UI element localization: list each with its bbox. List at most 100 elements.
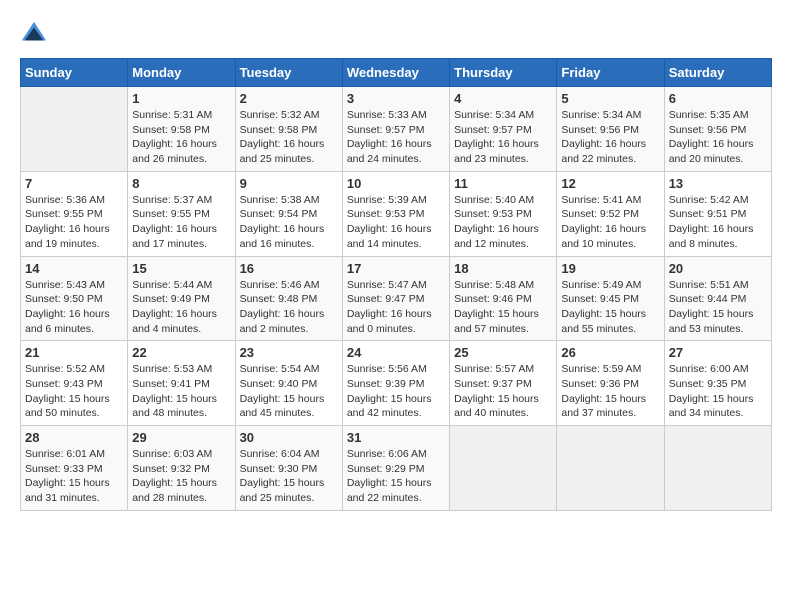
day-info: Sunrise: 6:04 AMSunset: 9:30 PMDaylight:… — [240, 447, 338, 506]
calendar-cell: 16 Sunrise: 5:46 AMSunset: 9:48 PMDayligh… — [235, 256, 342, 341]
day-info: Sunrise: 6:01 AMSunset: 9:33 PMDaylight:… — [25, 447, 123, 506]
day-info: Sunrise: 5:49 AMSunset: 9:45 PMDaylight:… — [561, 278, 659, 337]
calendar-cell: 12 Sunrise: 5:41 AMSunset: 9:52 PMDayligh… — [557, 171, 664, 256]
day-info: Sunrise: 6:06 AMSunset: 9:29 PMDaylight:… — [347, 447, 445, 506]
day-info: Sunrise: 5:53 AMSunset: 9:41 PMDaylight:… — [132, 362, 230, 421]
day-number: 28 — [25, 430, 123, 445]
header-tuesday: Tuesday — [235, 59, 342, 87]
header-thursday: Thursday — [450, 59, 557, 87]
day-number: 10 — [347, 176, 445, 191]
day-number: 13 — [669, 176, 767, 191]
calendar-cell — [664, 426, 771, 511]
calendar-cell: 7 Sunrise: 5:36 AMSunset: 9:55 PMDaylight… — [21, 171, 128, 256]
day-info: Sunrise: 5:36 AMSunset: 9:55 PMDaylight:… — [25, 193, 123, 252]
calendar-cell: 31 Sunrise: 6:06 AMSunset: 9:29 PMDayligh… — [342, 426, 449, 511]
day-number: 9 — [240, 176, 338, 191]
calendar-cell: 24 Sunrise: 5:56 AMSunset: 9:39 PMDayligh… — [342, 341, 449, 426]
day-info: Sunrise: 5:51 AMSunset: 9:44 PMDaylight:… — [669, 278, 767, 337]
day-info: Sunrise: 5:42 AMSunset: 9:51 PMDaylight:… — [669, 193, 767, 252]
day-number: 21 — [25, 345, 123, 360]
calendar-cell: 23 Sunrise: 5:54 AMSunset: 9:40 PMDayligh… — [235, 341, 342, 426]
day-info: Sunrise: 5:34 AMSunset: 9:56 PMDaylight:… — [561, 108, 659, 167]
calendar-cell: 17 Sunrise: 5:47 AMSunset: 9:47 PMDayligh… — [342, 256, 449, 341]
calendar-cell: 27 Sunrise: 6:00 AMSunset: 9:35 PMDayligh… — [664, 341, 771, 426]
calendar-cell: 5 Sunrise: 5:34 AMSunset: 9:56 PMDaylight… — [557, 87, 664, 172]
header-friday: Friday — [557, 59, 664, 87]
day-number: 16 — [240, 261, 338, 276]
calendar-cell: 21 Sunrise: 5:52 AMSunset: 9:43 PMDayligh… — [21, 341, 128, 426]
day-info: Sunrise: 5:43 AMSunset: 9:50 PMDaylight:… — [25, 278, 123, 337]
calendar-cell: 20 Sunrise: 5:51 AMSunset: 9:44 PMDayligh… — [664, 256, 771, 341]
day-number: 19 — [561, 261, 659, 276]
day-info: Sunrise: 5:44 AMSunset: 9:49 PMDaylight:… — [132, 278, 230, 337]
calendar-cell — [21, 87, 128, 172]
day-info: Sunrise: 5:34 AMSunset: 9:57 PMDaylight:… — [454, 108, 552, 167]
calendar-cell: 4Sunrise: 5:34 AMSunset: 9:57 PMDaylight… — [450, 87, 557, 172]
day-info: Sunrise: 5:39 AMSunset: 9:53 PMDaylight:… — [347, 193, 445, 252]
calendar-cell: 2Sunrise: 5:32 AMSunset: 9:58 PMDaylight… — [235, 87, 342, 172]
day-info: Sunrise: 5:56 AMSunset: 9:39 PMDaylight:… — [347, 362, 445, 421]
calendar-cell — [450, 426, 557, 511]
day-number: 27 — [669, 345, 767, 360]
day-info: Sunrise: 5:35 AMSunset: 9:56 PMDaylight:… — [669, 108, 767, 167]
calendar-cell: 26 Sunrise: 5:59 AMSunset: 9:36 PMDayligh… — [557, 341, 664, 426]
week-row-4: 28 Sunrise: 6:01 AMSunset: 9:33 PMDayligh… — [21, 426, 772, 511]
calendar-cell: 25Sunrise: 5:57 AMSunset: 9:37 PMDayligh… — [450, 341, 557, 426]
calendar-cell: 28 Sunrise: 6:01 AMSunset: 9:33 PMDayligh… — [21, 426, 128, 511]
day-number: 5 — [561, 91, 659, 106]
day-number: 31 — [347, 430, 445, 445]
calendar-cell — [557, 426, 664, 511]
calendar-cell: 30 Sunrise: 6:04 AMSunset: 9:30 PMDayligh… — [235, 426, 342, 511]
day-info: Sunrise: 5:46 AMSunset: 9:48 PMDaylight:… — [240, 278, 338, 337]
day-info: Sunrise: 5:48 AMSunset: 9:46 PMDaylight:… — [454, 278, 552, 337]
calendar-cell: 6 Sunrise: 5:35 AMSunset: 9:56 PMDaylight… — [664, 87, 771, 172]
day-info: Sunrise: 5:52 AMSunset: 9:43 PMDaylight:… — [25, 362, 123, 421]
header-monday: Monday — [128, 59, 235, 87]
logo — [20, 20, 50, 48]
calendar-cell: 18 Sunrise: 5:48 AMSunset: 9:46 PMDayligh… — [450, 256, 557, 341]
day-number: 23 — [240, 345, 338, 360]
day-number: 20 — [669, 261, 767, 276]
day-info: Sunrise: 5:38 AMSunset: 9:54 PMDaylight:… — [240, 193, 338, 252]
day-number: 11 — [454, 176, 552, 191]
day-number: 17 — [347, 261, 445, 276]
day-number: 26 — [561, 345, 659, 360]
day-number: 8 — [132, 176, 230, 191]
header-wednesday: Wednesday — [342, 59, 449, 87]
day-number: 6 — [669, 91, 767, 106]
calendar-cell: 11 Sunrise: 5:40 AMSunset: 9:53 PMDayligh… — [450, 171, 557, 256]
calendar-cell: 15 Sunrise: 5:44 AMSunset: 9:49 PMDayligh… — [128, 256, 235, 341]
day-number: 14 — [25, 261, 123, 276]
week-row-0: 1 Sunrise: 5:31 AMSunset: 9:58 PMDaylight… — [21, 87, 772, 172]
day-number: 7 — [25, 176, 123, 191]
calendar-table: SundayMondayTuesdayWednesdayThursdayFrid… — [20, 58, 772, 511]
calendar-cell: 1 Sunrise: 5:31 AMSunset: 9:58 PMDaylight… — [128, 87, 235, 172]
day-number: 29 — [132, 430, 230, 445]
day-info: Sunrise: 5:47 AMSunset: 9:47 PMDaylight:… — [347, 278, 445, 337]
day-info: Sunrise: 5:41 AMSunset: 9:52 PMDaylight:… — [561, 193, 659, 252]
day-info: Sunrise: 5:59 AMSunset: 9:36 PMDaylight:… — [561, 362, 659, 421]
calendar-cell: 14 Sunrise: 5:43 AMSunset: 9:50 PMDayligh… — [21, 256, 128, 341]
header-sunday: Sunday — [21, 59, 128, 87]
calendar-cell: 9 Sunrise: 5:38 AMSunset: 9:54 PMDaylight… — [235, 171, 342, 256]
day-number: 22 — [132, 345, 230, 360]
day-number: 12 — [561, 176, 659, 191]
week-row-3: 21 Sunrise: 5:52 AMSunset: 9:43 PMDayligh… — [21, 341, 772, 426]
logo-icon — [20, 20, 48, 48]
day-info: Sunrise: 5:31 AMSunset: 9:58 PMDaylight:… — [132, 108, 230, 167]
day-info: Sunrise: 6:00 AMSunset: 9:35 PMDaylight:… — [669, 362, 767, 421]
day-info: Sunrise: 5:54 AMSunset: 9:40 PMDaylight:… — [240, 362, 338, 421]
day-number: 1 — [132, 91, 230, 106]
day-info: Sunrise: 5:57 AMSunset: 9:37 PMDaylight:… — [454, 362, 552, 421]
calendar-cell: 29Sunrise: 6:03 AMSunset: 9:32 PMDayligh… — [128, 426, 235, 511]
page-header — [20, 20, 772, 48]
header-saturday: Saturday — [664, 59, 771, 87]
day-number: 18 — [454, 261, 552, 276]
day-info: Sunrise: 5:40 AMSunset: 9:53 PMDaylight:… — [454, 193, 552, 252]
day-number: 30 — [240, 430, 338, 445]
day-info: Sunrise: 5:33 AMSunset: 9:57 PMDaylight:… — [347, 108, 445, 167]
day-number: 3 — [347, 91, 445, 106]
day-number: 15 — [132, 261, 230, 276]
calendar-cell: 22 Sunrise: 5:53 AMSunset: 9:41 PMDayligh… — [128, 341, 235, 426]
day-number: 24 — [347, 345, 445, 360]
